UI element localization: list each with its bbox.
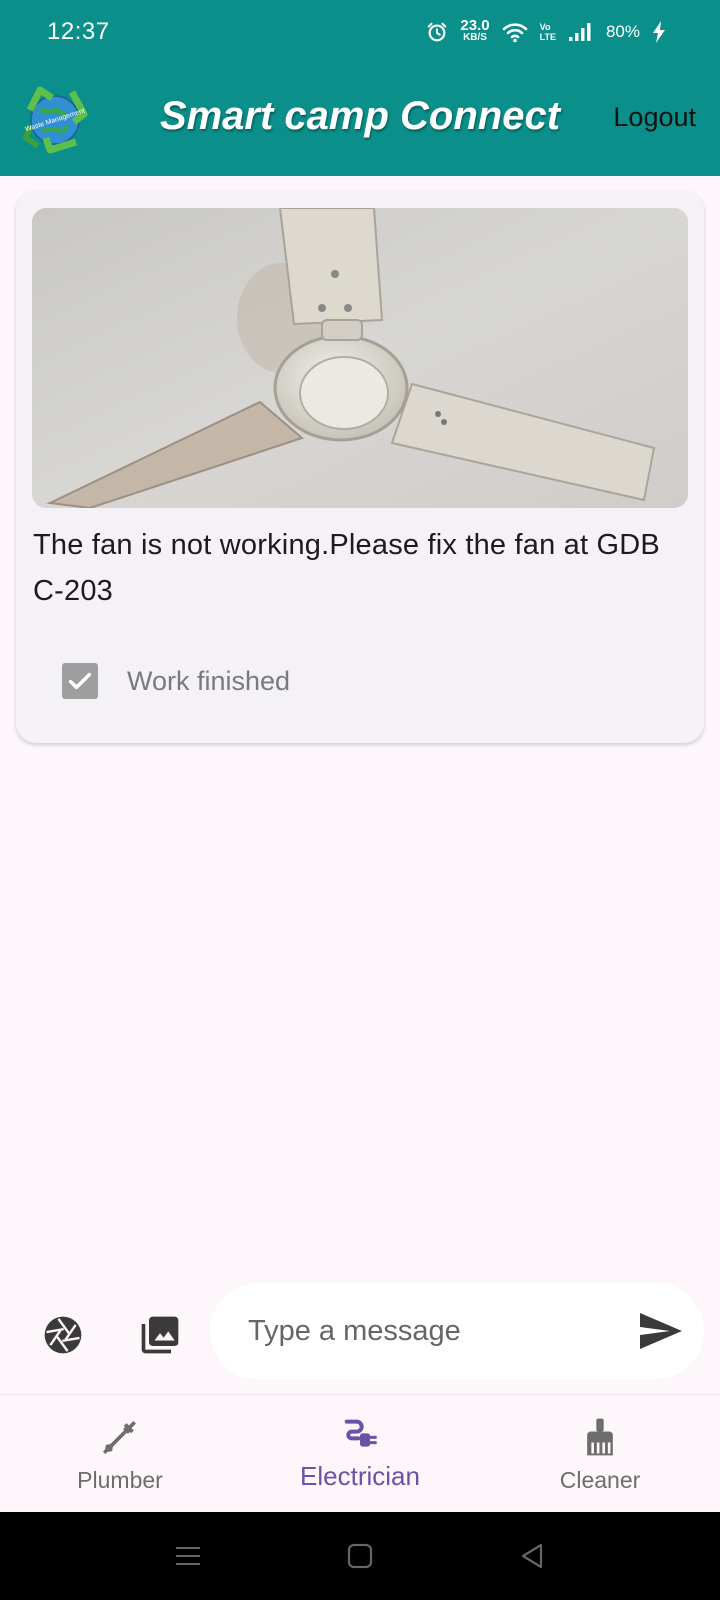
work-finished-checkbox[interactable] [62, 663, 98, 699]
recents-menu-icon[interactable] [172, 1540, 204, 1572]
alarm-icon [428, 22, 447, 42]
signal-icon [568, 23, 591, 41]
message-field[interactable] [210, 1283, 704, 1379]
electrical-plug-icon [344, 1419, 377, 1447]
send-icon[interactable] [636, 1307, 684, 1355]
status-time: 12:37 [47, 18, 110, 45]
message-input[interactable] [248, 1309, 608, 1353]
nav-label-cleaner: Cleaner [559, 1467, 641, 1493]
charging-icon [653, 21, 665, 43]
check-icon [68, 672, 92, 690]
nav-label-plumber: Plumber [77, 1467, 163, 1493]
message-composer [0, 1283, 720, 1383]
home-icon[interactable] [344, 1540, 376, 1572]
volte-indicator: Vo LTE [540, 22, 556, 42]
app-title: Smart camp Connect [159, 94, 561, 138]
system-navigation-bar [0, 1512, 720, 1600]
cleaning-brush-icon [587, 1418, 613, 1456]
status-bar: 12:37 23.0 KB/S Vo LTE 80% [0, 0, 720, 64]
work-finished-row[interactable]: Work finished [62, 661, 290, 701]
work-finished-label: Work finished [127, 665, 291, 696]
logout-button[interactable]: Logout [613, 102, 696, 133]
network-speed-unit: KB/S [463, 32, 487, 43]
nav-label-electrician: Electrician [300, 1461, 420, 1491]
nav-item-electrician[interactable]: Electrician [240, 1395, 480, 1513]
app-bar: Waste Management Smart camp Connect Logo… [0, 64, 720, 176]
complaint-card: The fan is not working.Please fix the fa… [16, 191, 704, 743]
plumbing-icon [102, 1421, 136, 1455]
photo-library-icon[interactable] [138, 1313, 182, 1357]
nav-item-cleaner[interactable]: Cleaner [480, 1395, 720, 1513]
volte-top: Vo [539, 22, 551, 32]
volte-bottom: LTE [539, 32, 556, 42]
network-speed: 23.0 KB/S [460, 17, 490, 44]
ceiling-fan-photo [32, 208, 688, 508]
camera-shutter-icon[interactable] [41, 1313, 85, 1357]
battery-percentage: 80% [605, 22, 640, 41]
back-icon[interactable] [516, 1540, 548, 1572]
status-icons: 23.0 KB/S Vo LTE 80% [426, 16, 666, 48]
wifi-icon [502, 23, 527, 43]
nav-item-plumber[interactable]: Plumber [0, 1395, 240, 1513]
complaint-description: The fan is not working.Please fix the fa… [33, 529, 660, 607]
network-speed-value: 23.0 [460, 17, 490, 34]
bottom-navigation: Plumber Electrician Cleaner [0, 1394, 720, 1512]
